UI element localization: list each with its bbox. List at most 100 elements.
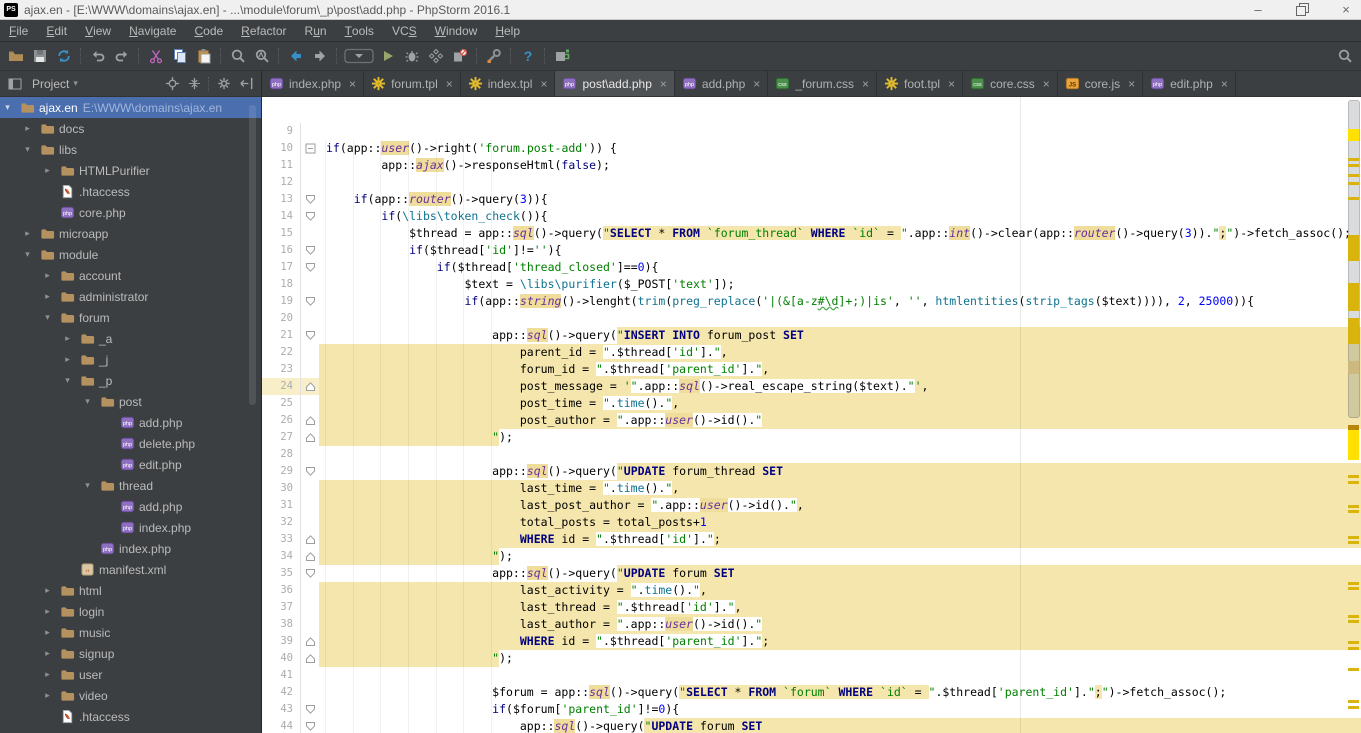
tab-foot.tpl[interactable]: foot.tpl× <box>877 71 963 96</box>
code-line-22[interactable]: 22 parent_id = ".$thread['id'].", <box>262 344 1361 361</box>
tree-item-docs[interactable]: ▸docs <box>0 118 261 139</box>
code-line-31[interactable]: 31 last_post_author = ".app::user()->id(… <box>262 497 1361 514</box>
tree-item-ajax.en[interactable]: ▾ajax.enE:\WWW\domains\ajax.en <box>0 97 261 118</box>
tree-item-account[interactable]: ▸account <box>0 265 261 286</box>
code-line-42[interactable]: 42 $forum = app::sql()->query("SELECT * … <box>262 684 1361 701</box>
code-line-44[interactable]: 44 app::sql()->query("UPDATE forum SET <box>262 718 1361 733</box>
collapsed-arrow-icon[interactable]: ▸ <box>62 333 73 344</box>
code-line-34[interactable]: 34 "); <box>262 548 1361 565</box>
hide-panel-icon[interactable] <box>235 74 257 94</box>
fold-down-icon[interactable] <box>301 191 319 208</box>
expanded-arrow-icon[interactable]: ▾ <box>62 375 73 386</box>
project-panel-title[interactable]: Project <box>32 77 69 91</box>
code-line-19[interactable]: 19 if(app::string()->lenght(trim(preg_re… <box>262 293 1361 310</box>
editor[interactable]: 910if(app::user()->right('forum.post-add… <box>262 97 1361 733</box>
tree-item-html[interactable]: ▸html <box>0 580 261 601</box>
collapse-all-icon[interactable] <box>183 74 205 94</box>
tab-_forum.css[interactable]: css_forum.css× <box>768 71 877 96</box>
find-icon[interactable] <box>226 45 250 67</box>
code-line-17[interactable]: 17 if($thread['thread_closed']==0){ <box>262 259 1361 276</box>
code-line-13[interactable]: 13 if(app::router()->query(3)){ <box>262 191 1361 208</box>
code-line-38[interactable]: 38 last_author = ".app::user()->id()." <box>262 616 1361 633</box>
tree-item-_j[interactable]: ▸_j <box>0 349 261 370</box>
menu-view[interactable]: View <box>76 20 120 41</box>
menu-edit[interactable]: Edit <box>37 20 76 41</box>
fold-up-icon[interactable] <box>301 412 319 429</box>
run-icon[interactable] <box>376 45 400 67</box>
code-line-11[interactable]: 11 app::ajax()->responseHtml(false); <box>262 157 1361 174</box>
locate-icon[interactable] <box>161 74 183 94</box>
tree-item-index.php[interactable]: phpindex.php <box>0 517 261 538</box>
close-icon[interactable]: × <box>753 77 760 91</box>
collapsed-arrow-icon[interactable]: ▸ <box>42 291 53 302</box>
code-line-15[interactable]: 15 $thread = app::sql()->query("SELECT *… <box>262 225 1361 242</box>
plugins-icon[interactable] <box>550 45 574 67</box>
fold-down-icon[interactable] <box>301 718 319 733</box>
code-line-12[interactable]: 12 <box>262 174 1361 191</box>
fold-down-icon[interactable] <box>301 565 319 582</box>
expanded-arrow-icon[interactable]: ▾ <box>22 144 33 155</box>
tab-post-add.php[interactable]: phppost\add.php× <box>555 71 674 96</box>
code-line-29[interactable]: 29 app::sql()->query("UPDATE forum_threa… <box>262 463 1361 480</box>
back-icon[interactable] <box>284 45 308 67</box>
tree-item-signup[interactable]: ▸signup <box>0 643 261 664</box>
code-line-43[interactable]: 43 if($forum['parent_id']!=0){ <box>262 701 1361 718</box>
collapsed-arrow-icon[interactable]: ▸ <box>22 123 33 134</box>
code-line-37[interactable]: 37 last_thread = ".$thread['id'].", <box>262 599 1361 616</box>
code-line-9[interactable]: 9 <box>262 123 1361 140</box>
tree-item-add.php[interactable]: phpadd.php <box>0 496 261 517</box>
tree-item-manifest.xml[interactable]: ‹›manifest.xml <box>0 559 261 580</box>
collapsed-arrow-icon[interactable]: ▸ <box>22 228 33 239</box>
tree-item-_a[interactable]: ▸_a <box>0 328 261 349</box>
fold-minus-icon[interactable] <box>301 140 319 157</box>
tree-item-htmlpurifier[interactable]: ▸HTMLPurifier <box>0 160 261 181</box>
code-line-10[interactable]: 10if(app::user()->right('forum.post-add'… <box>262 140 1361 157</box>
forward-icon[interactable] <box>308 45 332 67</box>
code-line-14[interactable]: 14 if(\libs\token_check()){ <box>262 208 1361 225</box>
fold-down-icon[interactable] <box>301 463 319 480</box>
tree-item-music[interactable]: ▸music <box>0 622 261 643</box>
settings-icon[interactable] <box>482 45 506 67</box>
menu-navigate[interactable]: Navigate <box>120 20 185 41</box>
menu-tools[interactable]: Tools <box>336 20 383 41</box>
collapsed-arrow-icon[interactable]: ▸ <box>42 270 53 281</box>
undo-icon[interactable] <box>86 45 110 67</box>
code-line-20[interactable]: 20 <box>262 310 1361 327</box>
fold-up-icon[interactable] <box>301 650 319 667</box>
tree-item-module[interactable]: ▾module <box>0 244 261 265</box>
menu-run[interactable]: Run <box>296 20 336 41</box>
menu-window[interactable]: Window <box>426 20 487 41</box>
tree-item-post[interactable]: ▾post <box>0 391 261 412</box>
close-icon[interactable]: × <box>446 77 453 91</box>
code-line-28[interactable]: 28 <box>262 446 1361 463</box>
fold-down-icon[interactable] <box>301 293 319 310</box>
close-icon[interactable]: × <box>1221 77 1228 91</box>
tree-item-microapp[interactable]: ▸microapp <box>0 223 261 244</box>
tab-forum.tpl[interactable]: forum.tpl× <box>364 71 461 96</box>
expanded-arrow-icon[interactable]: ▾ <box>2 102 13 113</box>
tree-item-_p[interactable]: ▾_p <box>0 370 261 391</box>
code-line-26[interactable]: 26 post_author = ".app::user()->id()." <box>262 412 1361 429</box>
tree-item-.htaccess[interactable]: .htaccess <box>0 181 261 202</box>
code-line-35[interactable]: 35 app::sql()->query("UPDATE forum SET <box>262 565 1361 582</box>
cut-icon[interactable] <box>144 45 168 67</box>
fold-down-icon[interactable] <box>301 259 319 276</box>
tree-item-index.php[interactable]: phpindex.php <box>0 538 261 559</box>
close-icon[interactable]: × <box>1043 77 1050 91</box>
help-icon[interactable]: ? <box>516 45 540 67</box>
copy-icon[interactable] <box>168 45 192 67</box>
collapsed-arrow-icon[interactable]: ▸ <box>42 585 53 596</box>
minimize-button[interactable]: – <box>1251 3 1265 17</box>
replace-icon[interactable] <box>250 45 274 67</box>
tree-item-administrator[interactable]: ▸administrator <box>0 286 261 307</box>
close-icon[interactable]: × <box>1128 77 1135 91</box>
code-line-41[interactable]: 41 <box>262 667 1361 684</box>
tree-item-forum[interactable]: ▾forum <box>0 307 261 328</box>
expanded-arrow-icon[interactable]: ▾ <box>42 312 53 323</box>
tab-core.css[interactable]: csscore.css× <box>963 71 1058 96</box>
fold-down-icon[interactable] <box>301 701 319 718</box>
chevron-down-icon[interactable]: ▾ <box>73 78 78 89</box>
collapsed-arrow-icon[interactable]: ▸ <box>42 165 53 176</box>
tab-add.php[interactable]: phpadd.php× <box>675 71 768 96</box>
close-icon[interactable]: × <box>540 77 547 91</box>
